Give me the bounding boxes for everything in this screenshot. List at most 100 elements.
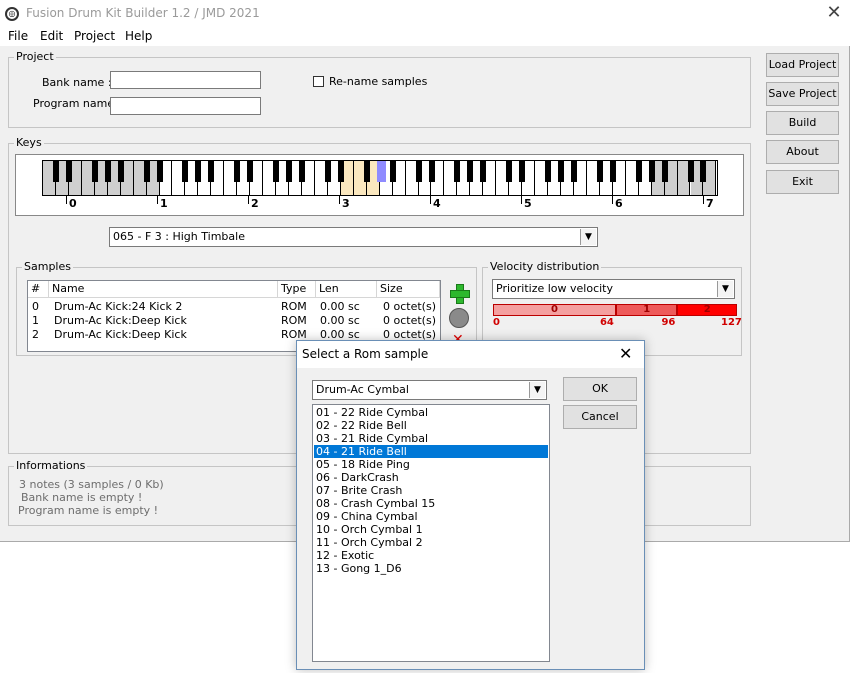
rom-sample-item[interactable]: 08 - Crash Cymbal 15	[314, 497, 548, 510]
col-len[interactable]: Len	[316, 281, 377, 298]
select-rom-dialog: Select a Rom sample ✕ Drum-Ac Cymbal ▼ O…	[296, 340, 645, 670]
black-key[interactable]	[324, 161, 331, 182]
rom-sample-item[interactable]: 04 - 21 Ride Bell	[314, 445, 548, 458]
sample-row[interactable]: 1 Drum-Ac Kick:Deep Kick ROM 0.00 sc 0 octet…	[28, 314, 440, 328]
bank-name-input[interactable]	[110, 71, 261, 89]
black-key[interactable]	[480, 161, 487, 182]
load-project-button[interactable]: Load Project	[766, 53, 839, 77]
black-key[interactable]	[91, 161, 98, 182]
program-name-label: Program name	[33, 97, 115, 110]
menu-edit[interactable]: Edit	[40, 29, 63, 43]
rom-sample-item[interactable]: 09 - China Cymbal	[314, 510, 548, 523]
rom-sample-item[interactable]: 11 - Orch Cymbal 2	[314, 536, 548, 549]
sample-name: Drum-Ac Kick:Deep Kick	[54, 328, 187, 341]
rom-sample-item[interactable]: 12 - Exotic	[314, 549, 548, 562]
edit-sample-icon[interactable]	[449, 308, 469, 328]
velocity-mode-select[interactable]: Prioritize low velocity ▼	[492, 279, 735, 299]
black-key[interactable]	[52, 161, 59, 182]
program-name-input[interactable]	[110, 97, 261, 115]
close-icon[interactable]: ✕	[619, 344, 632, 363]
black-key[interactable]	[299, 161, 305, 182]
col-index[interactable]: #	[28, 281, 49, 298]
velocity-segment[interactable]: 1	[615, 304, 678, 316]
sample-idx: 2	[32, 328, 39, 341]
menu-help[interactable]: Help	[125, 29, 152, 43]
black-key[interactable]	[454, 161, 461, 182]
col-size[interactable]: Size	[377, 281, 440, 298]
black-key[interactable]	[609, 161, 616, 182]
black-key[interactable]	[687, 161, 694, 182]
black-key[interactable]	[389, 161, 396, 182]
black-key[interactable]	[428, 161, 435, 182]
black-key[interactable]	[208, 161, 215, 182]
chevron-down-icon[interactable]: ▼	[580, 229, 596, 245]
black-key[interactable]	[182, 161, 189, 182]
chevron-down-icon[interactable]: ▼	[529, 382, 545, 398]
add-sample-icon[interactable]	[448, 282, 470, 304]
black-key[interactable]	[545, 161, 552, 182]
black-key[interactable]	[104, 161, 111, 182]
col-name[interactable]: Name	[49, 281, 278, 298]
menu-project[interactable]: Project	[74, 29, 115, 43]
black-key[interactable]	[195, 161, 202, 182]
rom-sample-item[interactable]: 03 - 21 Ride Cymbal	[314, 432, 548, 445]
col-type[interactable]: Type	[278, 281, 316, 298]
category-select[interactable]: Drum-Ac Cymbal ▼	[312, 380, 547, 400]
octave-tick	[612, 196, 613, 204]
note-select[interactable]: 065 - F 3 : High Timbale ▼	[109, 227, 598, 247]
black-key[interactable]	[156, 161, 163, 182]
black-key[interactable]	[700, 161, 707, 182]
black-key[interactable]	[648, 161, 655, 182]
octave-tick	[339, 196, 340, 204]
black-key[interactable]	[596, 161, 603, 182]
rom-sample-item[interactable]: 13 - Gong 1_D6	[314, 562, 548, 575]
sample-name: Drum-Ac Kick:Deep Kick	[54, 314, 187, 327]
about-button[interactable]: About	[766, 140, 839, 164]
rom-sample-item[interactable]: 06 - DarkCrash	[314, 471, 548, 484]
black-key[interactable]	[143, 161, 150, 182]
black-key[interactable]	[506, 161, 513, 182]
black-key[interactable]	[376, 161, 386, 182]
black-key[interactable]	[661, 161, 668, 182]
black-key[interactable]	[247, 161, 254, 182]
black-key[interactable]	[519, 161, 526, 182]
exit-button[interactable]: Exit	[766, 170, 839, 194]
rom-sample-item[interactable]: 10 - Orch Cymbal 1	[314, 523, 548, 536]
rom-sample-item[interactable]: 07 - Brite Crash	[314, 484, 548, 497]
rom-sample-listbox[interactable]: 01 - 22 Ride Cymbal 02 - 22 Ride Bell 03 -…	[312, 404, 550, 662]
velocity-segment[interactable]: 0	[493, 304, 616, 316]
sample-len: 0.00 sc	[320, 300, 360, 313]
ok-button[interactable]: OK	[563, 377, 637, 401]
black-key[interactable]	[467, 161, 474, 182]
piano-keyboard[interactable]	[42, 160, 718, 196]
close-icon[interactable]: ✕	[820, 2, 848, 26]
black-key[interactable]	[558, 161, 564, 182]
build-button[interactable]: Build	[766, 111, 839, 135]
rom-sample-item[interactable]: 05 - 18 Ride Ping	[314, 458, 548, 471]
sample-type: ROM	[281, 300, 307, 313]
sample-idx: 0	[32, 300, 39, 313]
rom-sample-item[interactable]: 02 - 22 Ride Bell	[314, 419, 548, 432]
rom-sample-item[interactable]: 01 - 22 Ride Cymbal	[314, 406, 548, 419]
velocity-tick-label: 96	[661, 317, 676, 328]
black-key[interactable]	[635, 161, 642, 182]
sample-size: 0 octet(s)	[383, 300, 436, 313]
cancel-button[interactable]: Cancel	[563, 405, 637, 429]
black-key[interactable]	[415, 161, 422, 182]
menu-file[interactable]: File	[8, 29, 28, 43]
dialog-title-bar: Select a Rom sample ✕	[297, 341, 644, 368]
black-key[interactable]	[286, 161, 293, 182]
black-key[interactable]	[234, 161, 241, 182]
black-key[interactable]	[570, 161, 577, 182]
save-project-button[interactable]: Save Project	[766, 82, 839, 106]
sample-row[interactable]: 0 Drum-Ac Kick:24 Kick 2 ROM 0.00 sc 0 octet…	[28, 300, 440, 314]
black-key[interactable]	[337, 161, 344, 182]
black-key[interactable]	[117, 161, 124, 182]
rename-samples-checkbox[interactable]	[313, 76, 324, 87]
chevron-down-icon[interactable]: ▼	[717, 281, 733, 297]
black-key[interactable]	[273, 161, 280, 182]
velocity-segment[interactable]: 2	[677, 304, 737, 316]
black-key[interactable]	[65, 161, 72, 182]
black-key[interactable]	[363, 161, 370, 182]
sample-idx: 1	[32, 314, 39, 327]
